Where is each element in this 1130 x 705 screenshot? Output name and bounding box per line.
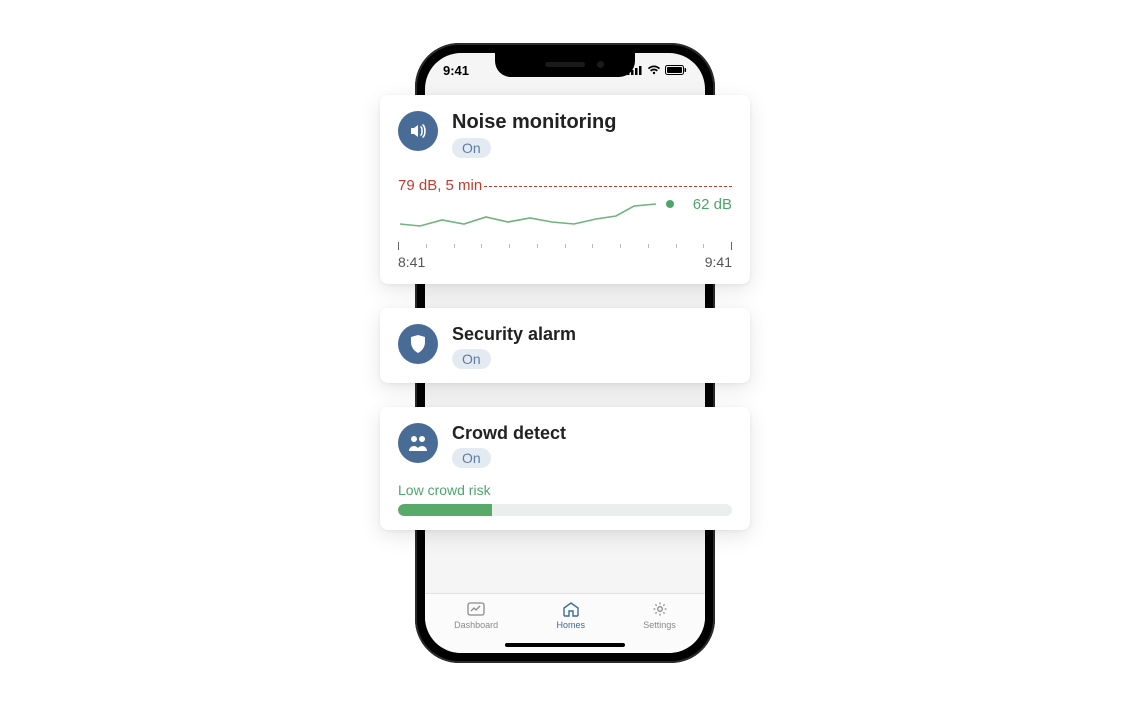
noise-line-chart [398, 190, 660, 240]
security-card[interactable]: Security alarm On [380, 308, 750, 383]
nav-dashboard[interactable]: Dashboard [454, 600, 498, 630]
status-time: 9:41 [443, 63, 469, 78]
chart-ticks [398, 242, 732, 252]
battery-icon [665, 63, 687, 78]
crowd-risk-label: Low crowd risk [398, 482, 732, 498]
chart-time-labels: 8:41 9:41 [398, 254, 732, 270]
noise-card[interactable]: Noise monitoring On 79 dB, 5 min 62 dB [380, 95, 750, 284]
crowd-progress [398, 504, 732, 516]
speaker-icon [398, 111, 438, 151]
status-pill: On [452, 138, 491, 158]
nav-homes[interactable]: Homes [556, 600, 585, 630]
time-end: 9:41 [705, 254, 732, 270]
people-icon [398, 423, 438, 463]
home-icon [562, 600, 580, 618]
current-point-icon [666, 200, 674, 208]
status-indicators [627, 63, 687, 78]
card-title: Noise monitoring [452, 111, 616, 134]
wifi-icon [647, 63, 661, 78]
crowd-card[interactable]: Crowd detect On Low crowd risk [380, 407, 750, 530]
status-pill: On [452, 349, 491, 369]
card-header: Crowd detect On [398, 423, 732, 468]
card-title: Crowd detect [452, 423, 566, 444]
current-value: 62 dB [693, 196, 732, 213]
nav-label: Dashboard [454, 620, 498, 630]
card-header: Security alarm On [398, 324, 732, 369]
nav-settings[interactable]: Settings [643, 600, 676, 630]
card-header: Noise monitoring On [398, 111, 732, 158]
threshold-line [484, 186, 732, 187]
status-pill: On [452, 448, 491, 468]
gear-icon [651, 600, 669, 618]
cards-stack: Noise monitoring On 79 dB, 5 min 62 dB [380, 95, 750, 530]
dashboard-icon [467, 600, 485, 618]
time-start: 8:41 [398, 254, 425, 270]
crowd-progress-fill [398, 504, 492, 516]
home-indicator[interactable] [505, 643, 625, 647]
shield-icon [398, 324, 438, 364]
nav-label: Settings [643, 620, 676, 630]
phone-notch [495, 53, 635, 77]
nav-label: Homes [556, 620, 585, 630]
noise-chart: 79 dB, 5 min 62 dB 8:41 9:41 [398, 176, 732, 270]
card-title: Security alarm [452, 324, 576, 345]
